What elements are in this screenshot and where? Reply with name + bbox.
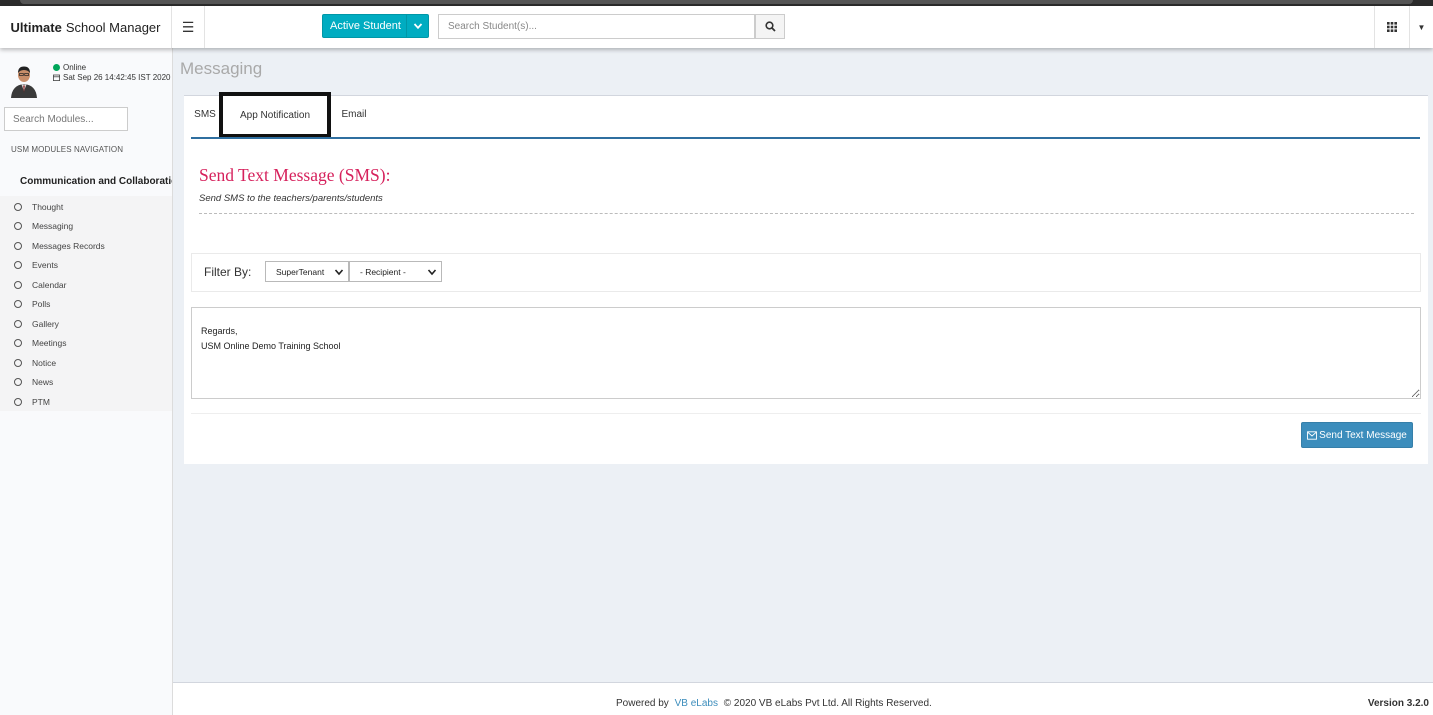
chevron-down-icon[interactable] — [406, 15, 428, 37]
menu-icon: ☰ — [181, 18, 195, 35]
send-button-label: Send Text Message — [1319, 429, 1407, 441]
online-dot-icon — [53, 64, 60, 71]
submenu: Thought Messaging Messages Records Event… — [0, 196, 172, 411]
submenu-item-label: Gallery — [32, 318, 59, 329]
active-student-dropdown[interactable]: Active Student — [322, 14, 429, 38]
tab-sms[interactable]: SMS — [191, 96, 219, 132]
page-title: Messaging — [180, 59, 263, 78]
submenu-item-ptm[interactable]: PTM — [0, 392, 172, 412]
submenu-item-calendar[interactable]: Calendar — [0, 275, 172, 295]
brand-rest: School Manager — [65, 19, 161, 35]
circle-icon — [14, 397, 22, 406]
envelope-icon — [1307, 430, 1318, 440]
footer: Powered by VB eLabs © 2020 VB eLabs Pvt … — [173, 682, 1433, 715]
tenant-select[interactable]: SuperTenant — [265, 261, 349, 282]
submenu-item-label: Messaging — [32, 221, 74, 232]
submenu-item-news[interactable]: News — [0, 373, 172, 393]
chevron-down-icon — [427, 269, 437, 276]
menu-toggle-button[interactable]: ☰ — [172, 6, 205, 48]
tab-email[interactable]: Email — [336, 96, 372, 132]
submenu-item-label: Notice — [32, 357, 57, 368]
circle-icon — [14, 280, 22, 289]
powered-by-text: Powered by — [616, 698, 669, 709]
submenu-item-events[interactable]: Events — [0, 256, 172, 276]
brand-bold: Ultimate — [10, 19, 62, 35]
calendar-icon — [53, 74, 60, 81]
current-datetime: Sat Sep 26 14:42:45 IST 2020 — [63, 73, 171, 82]
circle-icon — [14, 300, 22, 309]
avatar — [9, 62, 39, 98]
copyright-text: © 2020 VB eLabs Pvt Ltd. All Rights Rese… — [723, 698, 932, 709]
tenant-select-value: SuperTenant — [276, 266, 325, 277]
submenu-item-gallery[interactable]: Gallery — [0, 314, 172, 334]
divider — [199, 213, 1414, 214]
submenu-item-label: PTM — [32, 396, 50, 407]
recipient-select-value: - Recipient - — [360, 266, 406, 277]
submenu-item-label: Thought — [32, 201, 64, 212]
submenu-item-label: Meetings — [32, 338, 67, 349]
circle-icon — [14, 261, 22, 270]
message-textarea[interactable]: Regards, USM Online Demo Training School — [191, 307, 1421, 399]
message-line-2: USM Online Demo Training School — [201, 341, 341, 351]
menu-communication-collaboration[interactable]: Communication and Collaboration — [0, 167, 172, 195]
submenu-item-messages-records[interactable]: Messages Records — [0, 236, 172, 256]
apps-grid-button[interactable] — [1374, 6, 1409, 48]
user-panel: Online Sat Sep 26 14:42:45 IST 2020 — [0, 48, 172, 102]
submenu-item-label: Calendar — [32, 279, 67, 290]
submenu-item-notice[interactable]: Notice — [0, 353, 172, 373]
recipient-select[interactable]: - Recipient - — [349, 261, 442, 282]
filter-bar: Filter By: SuperTenant - Recipient - — [191, 253, 1421, 292]
send-text-message-button[interactable]: Send Text Message — [1301, 422, 1413, 448]
caret-down-icon: ▼ — [1417, 22, 1426, 32]
tab-bar: SMS App Notification Email — [184, 92, 1428, 139]
version-info: Version 3.2.0 — [1368, 698, 1429, 709]
circle-icon — [14, 319, 22, 328]
version-number: 3.2.0 — [1406, 698, 1429, 709]
top-header: Ultimate School Manager ☰ Active Student… — [0, 6, 1433, 48]
sms-subtitle: Send SMS to the teachers/parents/student… — [199, 193, 383, 204]
submenu-item-label: News — [32, 377, 54, 388]
circle-icon — [14, 222, 22, 231]
search-icon — [764, 21, 776, 32]
app-logo[interactable]: Ultimate School Manager — [0, 6, 172, 48]
tab-app-notification[interactable]: App Notification — [219, 92, 331, 138]
user-menu-button[interactable]: ▼ — [1409, 6, 1433, 48]
submenu-item-polls[interactable]: Polls — [0, 295, 172, 315]
footer-credits: Powered by VB eLabs © 2020 VB eLabs Pvt … — [616, 698, 932, 709]
filter-label: Filter By: — [204, 265, 252, 279]
circle-icon — [14, 202, 22, 211]
sidebar: Online Sat Sep 26 14:42:45 IST 2020 USM … — [0, 48, 173, 715]
chevron-down-icon — [334, 269, 344, 276]
message-line-1: Regards, — [201, 326, 238, 336]
submenu-item-meetings[interactable]: Meetings — [0, 334, 172, 354]
active-student-label: Active Student — [330, 20, 401, 32]
circle-icon — [14, 339, 22, 348]
messaging-panel: SMS App Notification Email Send Text Mes… — [184, 92, 1428, 464]
circle-icon — [14, 358, 22, 367]
submenu-item-thought[interactable]: Thought — [0, 197, 172, 217]
student-search-button[interactable] — [755, 14, 785, 39]
submenu-item-label: Events — [32, 260, 58, 271]
nav-header: USM MODULES NAVIGATION — [11, 145, 124, 154]
menu-title-label: Communication and Collaboration — [20, 175, 172, 187]
user-status: Online Sat Sep 26 14:42:45 IST 2020 — [53, 63, 171, 83]
submenu-item-label: Messages Records — [32, 240, 105, 251]
student-search-input[interactable] — [438, 14, 755, 39]
submenu-item-label: Polls — [32, 299, 51, 310]
company-link[interactable]: VB eLabs — [675, 698, 718, 709]
sms-title: Send Text Message (SMS): — [199, 165, 391, 185]
circle-icon — [14, 241, 22, 250]
tab-underline — [191, 137, 1420, 139]
module-search-input[interactable] — [4, 107, 128, 131]
circle-icon — [14, 378, 22, 387]
status-text: Online — [63, 63, 87, 72]
submenu-item-messaging[interactable]: Messaging — [0, 217, 172, 237]
separator — [191, 413, 1421, 414]
grid-icon — [1387, 22, 1397, 32]
version-label: Version — [1367, 698, 1404, 709]
